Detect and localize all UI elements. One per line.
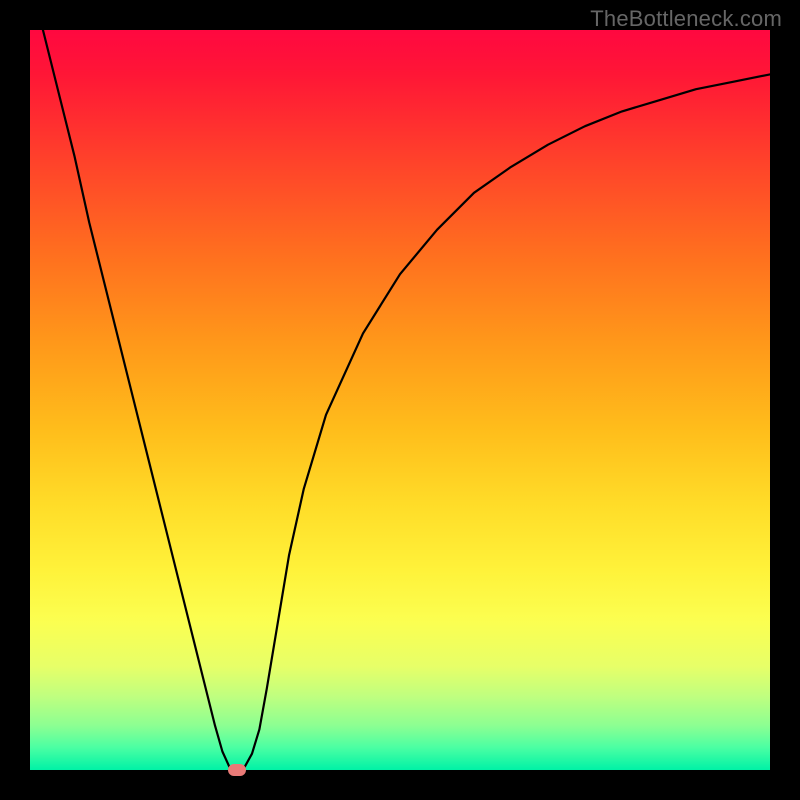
bottleneck-curve — [30, 30, 770, 770]
plot-area — [30, 30, 770, 770]
watermark-text: TheBottleneck.com — [590, 6, 782, 32]
curve-layer — [30, 30, 770, 770]
minimum-marker — [228, 764, 246, 776]
chart-frame: TheBottleneck.com — [0, 0, 800, 800]
